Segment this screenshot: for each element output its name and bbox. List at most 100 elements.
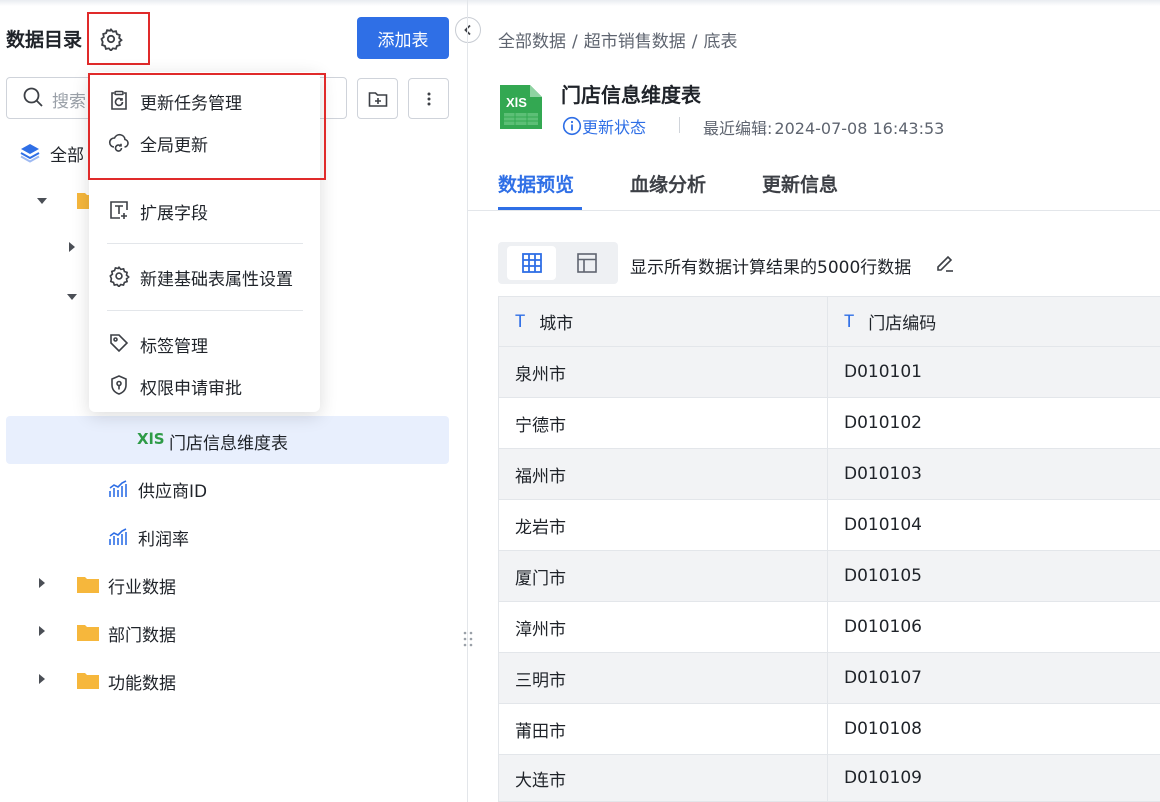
edit-icon[interactable] xyxy=(934,252,956,274)
info-icon xyxy=(562,116,582,136)
tree-item-label[interactable]: 行业数据 xyxy=(108,573,176,598)
more-options-button[interactable] xyxy=(408,78,449,119)
update-status-link[interactable]: 更新状态 xyxy=(562,114,646,138)
shield-lock-icon xyxy=(108,374,130,396)
caret-right-icon[interactable] xyxy=(65,240,79,254)
tree-item-all[interactable]: 全部 xyxy=(50,141,84,166)
panel-divider xyxy=(467,0,468,802)
preview-row-count-text: 显示所有数据计算结果的5000行数据 xyxy=(630,258,912,278)
table-row[interactable]: 泉州市 D010101 xyxy=(498,347,1160,398)
highlight-box-menu xyxy=(88,73,326,180)
search-icon xyxy=(22,86,44,108)
add-table-button[interactable]: 添加表 xyxy=(357,17,449,59)
table-header-row: T 城市 T 门店编码 xyxy=(498,296,1160,347)
menu-item-tag-management[interactable]: 标签管理 xyxy=(89,323,320,363)
gear-icon xyxy=(108,265,130,287)
xls-file-icon: XlS xyxy=(498,83,544,131)
active-tab-indicator xyxy=(498,207,582,210)
table-cell: D010104 xyxy=(844,515,922,535)
caret-right-icon[interactable] xyxy=(35,624,49,638)
table-cell: 福州市 xyxy=(498,449,828,499)
catalog-title: 数据目录 xyxy=(6,29,83,51)
table-cell: 龙岩市 xyxy=(498,500,828,550)
tab-update-info[interactable]: 更新信息 xyxy=(762,170,838,197)
text-type-icon: T xyxy=(515,311,526,332)
menu-divider xyxy=(107,310,303,311)
table-cell: D010108 xyxy=(844,719,922,739)
tabs-border xyxy=(468,210,1160,211)
table-row[interactable]: 福州市 D010103 xyxy=(498,449,1160,500)
table-cell: D010102 xyxy=(844,413,922,433)
table-cell: 泉州市 xyxy=(498,347,828,397)
folder-add-icon xyxy=(368,91,387,107)
table-row[interactable]: 三明市 D010107 xyxy=(498,653,1160,704)
table-cell: 莆田市 xyxy=(498,704,828,754)
menu-item-extend-fields[interactable]: 扩展字段 xyxy=(89,190,320,230)
collapse-sidebar-button[interactable] xyxy=(455,17,481,43)
metric-chart-icon xyxy=(107,526,129,548)
layers-icon xyxy=(18,140,42,164)
svg-text:XlS: XlS xyxy=(506,95,527,110)
last-edit-meta: 最近编辑: 2024-07-08 16:43:53 xyxy=(703,119,945,138)
top-shadow xyxy=(0,0,1160,6)
table-cell: 三明市 xyxy=(498,653,828,703)
more-vertical-icon xyxy=(427,92,430,105)
highlight-box-gear xyxy=(87,12,150,65)
folder-icon xyxy=(76,622,100,642)
layout-icon xyxy=(576,253,597,273)
breadcrumb-item[interactable]: 全部数据 xyxy=(498,32,566,52)
last-edit-time: 2024-07-08 16:43:53 xyxy=(774,119,945,138)
metric-chart-icon xyxy=(107,478,129,500)
extend-field-icon xyxy=(108,199,130,221)
page-title: 门店信息维度表 xyxy=(561,83,701,107)
table-cell: 宁德市 xyxy=(498,398,828,448)
menu-item-permission-approval[interactable]: 权限申请审批 xyxy=(89,365,320,405)
tab-lineage-analysis[interactable]: 血缘分析 xyxy=(630,170,706,197)
table-cell: D010107 xyxy=(844,668,922,688)
tree-item-label[interactable]: 利润率 xyxy=(138,525,189,550)
table-row[interactable]: 宁德市 D010102 xyxy=(498,398,1160,449)
caret-down-icon[interactable] xyxy=(65,290,79,304)
drag-handle-icon[interactable] xyxy=(462,630,474,648)
text-type-icon: T xyxy=(844,311,855,332)
column-header-store-code[interactable]: T 门店编码 xyxy=(828,297,1160,346)
new-folder-button[interactable] xyxy=(357,78,398,119)
tree-item-label[interactable]: 供应商ID xyxy=(138,477,207,502)
search-placeholder: 搜索 xyxy=(52,92,86,112)
meta-divider xyxy=(679,117,680,133)
table-cell: 大连市 xyxy=(498,755,828,801)
table-row[interactable]: 龙岩市 D010104 xyxy=(498,500,1160,551)
table-cell: 漳州市 xyxy=(498,602,828,652)
table-cell: D010106 xyxy=(844,617,922,637)
caret-right-icon[interactable] xyxy=(35,576,49,590)
table-cell: 厦门市 xyxy=(498,551,828,601)
folder-icon xyxy=(76,670,100,690)
breadcrumb-item[interactable]: 超市销售数据 xyxy=(584,32,686,52)
table-row[interactable]: 厦门市 D010105 xyxy=(498,551,1160,602)
table-row[interactable]: 大连市 D010109 xyxy=(498,755,1160,802)
chevron-left-icon xyxy=(464,24,471,36)
layout-view-button[interactable] xyxy=(562,246,611,280)
table-cell: D010103 xyxy=(844,464,922,484)
menu-item-basic-table-property-settings[interactable]: 新建基础表属性设置 xyxy=(89,256,320,296)
table-row[interactable]: 莆田市 D010108 xyxy=(498,704,1160,755)
tree-item-label[interactable]: 部门数据 xyxy=(108,621,176,646)
column-header-city[interactable]: T 城市 xyxy=(498,297,828,346)
tree-item-label[interactable]: 功能数据 xyxy=(108,669,176,694)
breadcrumb: 全部数据 / 超市销售数据 / 底表 xyxy=(498,32,738,52)
tag-icon xyxy=(108,332,130,354)
folder-icon xyxy=(76,574,100,594)
breadcrumb-item[interactable]: 底表 xyxy=(703,32,737,52)
tab-data-preview[interactable]: 数据预览 xyxy=(498,170,574,197)
tree-item-label: 门店信息维度表 xyxy=(169,434,288,454)
menu-divider xyxy=(107,243,303,244)
caret-down-icon[interactable] xyxy=(35,194,49,208)
xls-file-icon: XlS xyxy=(137,430,165,448)
caret-right-icon[interactable] xyxy=(35,672,49,686)
table-row[interactable]: 漳州市 D010106 xyxy=(498,602,1160,653)
grid-icon xyxy=(521,253,542,273)
table-cell: D010101 xyxy=(844,362,922,382)
table-cell: D010109 xyxy=(844,768,922,788)
grid-view-button[interactable] xyxy=(507,246,556,280)
table-cell: D010105 xyxy=(844,566,922,586)
